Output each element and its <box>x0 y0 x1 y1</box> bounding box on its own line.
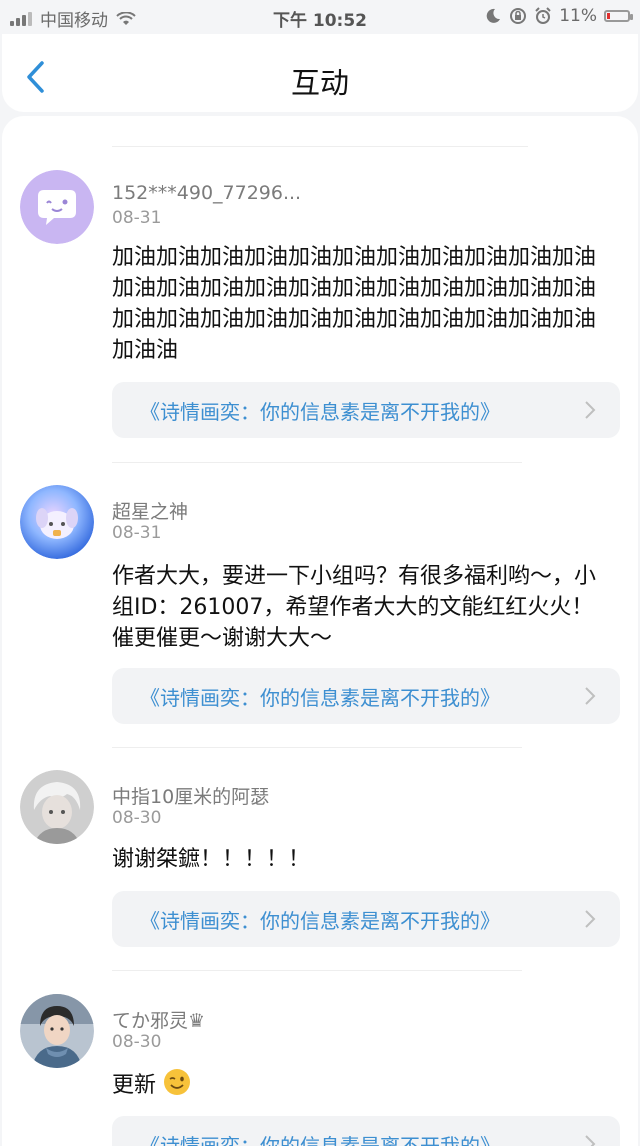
comment-text-content: 更新 <box>112 1073 157 1098</box>
comment-text: 谢谢桀鏣！！！！！ <box>112 847 311 872</box>
comment-text: 加油加油加油加油加油加油加油加油加油加油加油加油加油加油加油加油加油加油加油加油… <box>112 245 597 363</box>
status-bar: 中国移动 下午 10:52 11% <box>0 0 640 32</box>
book-title: 《诗情画奕：你的信息素是离不开我的》 <box>140 400 500 424</box>
alarm-icon <box>535 7 551 24</box>
comment-date: 08-31 <box>112 208 162 228</box>
username[interactable]: 中指10厘米的阿瑟 <box>112 782 269 809</box>
chevron-right-icon <box>585 401 596 419</box>
battery-icon <box>604 10 633 22</box>
status-right: 11% <box>484 6 633 26</box>
divider <box>112 146 528 147</box>
comment-text: 作者大大，要进一下小组吗？有很多福利哟～，小组ID：261007，希望作者大大的… <box>112 564 597 651</box>
winking-face-icon <box>164 1069 191 1095</box>
rotation-lock-icon <box>510 8 527 24</box>
book-link[interactable]: 《诗情画奕：你的信息素是离不开我的》 <box>112 382 620 438</box>
divider <box>112 747 522 748</box>
comment-date: 08-30 <box>112 1032 162 1052</box>
anime-character-avatar-icon <box>20 770 94 844</box>
avatar[interactable] <box>20 485 94 559</box>
chat-bubble-avatar-icon <box>20 170 94 244</box>
comment-date: 08-31 <box>112 523 162 543</box>
moon-icon <box>486 8 501 23</box>
chevron-right-icon <box>585 1135 596 1146</box>
book-title: 《诗情画奕：你的信息素是离不开我的》 <box>140 1134 500 1146</box>
comment-date: 08-30 <box>112 808 162 828</box>
chevron-right-icon <box>585 910 596 928</box>
comment-text: 更新 <box>112 1068 612 1101</box>
avatar[interactable] <box>20 994 94 1068</box>
book-title: 《诗情画奕：你的信息素是离不开我的》 <box>140 909 500 933</box>
book-link[interactable]: 《诗情画奕：你的信息素是离不开我的》 <box>112 1116 620 1146</box>
username[interactable]: てか邪灵♛ <box>112 1006 205 1033</box>
chevron-right-icon <box>585 687 596 705</box>
book-link[interactable]: 《诗情画奕：你的信息素是离不开我的》 <box>112 891 620 947</box>
username[interactable]: 超星之神 <box>112 497 188 524</box>
avatar[interactable] <box>20 170 94 244</box>
username[interactable]: 152***490_77296... <box>112 182 301 204</box>
page-title: 互动 <box>290 66 349 100</box>
divider <box>112 970 522 971</box>
header: 互动 <box>2 34 638 112</box>
divider <box>112 462 522 463</box>
book-link[interactable]: 《诗情画奕：你的信息素是离不开我的》 <box>112 668 620 724</box>
dog-avatar-icon <box>20 485 94 559</box>
book-title: 《诗情画奕：你的信息素是离不开我的》 <box>140 686 500 710</box>
comment-feed[interactable]: 152***490_77296... 08-31 加油加油加油加油加油加油加油加… <box>2 116 638 1146</box>
battery-percent: 11% <box>559 6 597 26</box>
portrait-avatar-icon <box>20 994 94 1068</box>
avatar[interactable] <box>20 770 94 844</box>
